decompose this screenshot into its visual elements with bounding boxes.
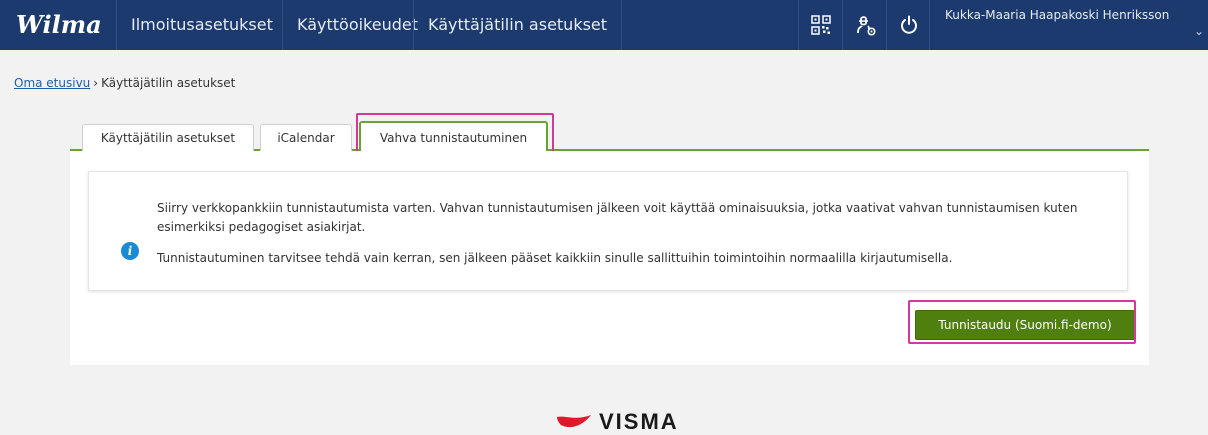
visma-logo: VISMA xyxy=(555,408,679,435)
nav-item-ilmoitusasetukset[interactable]: Ilmoitusasetukset xyxy=(116,0,287,50)
breadcrumb-separator: › xyxy=(93,76,99,90)
power-icon xyxy=(901,15,917,34)
nav-item-kayttajatilin-asetukset[interactable]: Käyttäjätilin asetukset xyxy=(413,0,623,50)
info-text-paragraph-2: Tunnistautuminen tarvitsee tehdä vain ke… xyxy=(157,251,953,265)
info-text-paragraph-1: Siirry verkkopankkiin tunnistautumista v… xyxy=(157,201,1078,234)
content-panel: i Siirry verkkopankkiin tunnistautumista… xyxy=(70,151,1149,365)
visma-brand-text: VISMA xyxy=(599,408,679,434)
tab-icalendar[interactable]: iCalendar xyxy=(260,124,352,151)
qr-code-icon xyxy=(811,15,831,35)
role-settings-button[interactable] xyxy=(842,0,886,50)
tab-kayttajatilin-asetukset[interactable]: Käyttäjätilin asetukset xyxy=(82,124,254,151)
nav-item-kayttooikeudet[interactable]: Käyttöoikeudet xyxy=(282,0,432,50)
tab-vahva-tunnistautuminen[interactable]: Vahva tunnistautuminen xyxy=(359,121,548,153)
settings-tabs: Käyttäjätilin asetukset iCalendar Vahva … xyxy=(70,116,1149,153)
qr-code-button[interactable] xyxy=(798,0,842,50)
authenticate-button[interactable]: Tunnistaudu (Suomi.fi-demo) xyxy=(915,310,1135,340)
breadcrumb-current: Käyttäjätilin asetukset xyxy=(101,76,236,90)
logout-button[interactable] xyxy=(886,0,930,50)
top-nav-bar: Wilma Ilmoitusasetukset Käyttöoikeudet K… xyxy=(0,0,1208,50)
wilma-logo[interactable]: Wilma xyxy=(16,8,102,42)
info-box: i Siirry verkkopankkiin tunnistautumista… xyxy=(88,171,1128,291)
info-icon: i xyxy=(121,242,139,260)
role-settings-icon xyxy=(857,16,876,36)
user-menu-name[interactable]: Kukka-Maaria Haapakoski Henriksson xyxy=(945,8,1169,22)
visma-swoosh-icon xyxy=(557,414,591,427)
breadcrumb-home-link[interactable]: Oma etusivu xyxy=(14,76,90,90)
breadcrumb: Oma etusivu › Käyttäjätilin asetukset xyxy=(14,76,235,90)
chevron-down-icon[interactable]: ⌄ xyxy=(1194,24,1204,38)
